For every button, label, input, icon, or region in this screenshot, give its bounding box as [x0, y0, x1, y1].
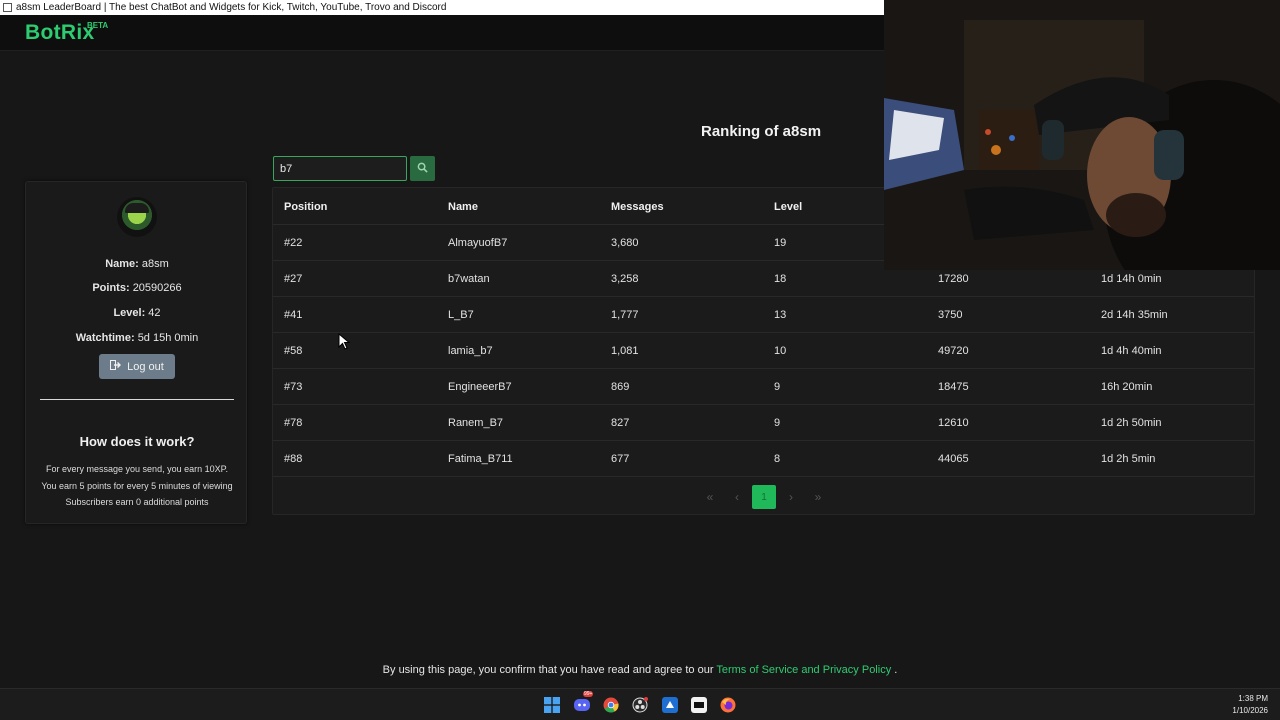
system-clock[interactable]: 1:38 PM 1/10/2026: [1232, 693, 1268, 717]
page-1-button[interactable]: 1: [752, 485, 776, 509]
cell-level: 18: [774, 273, 787, 285]
page-title: Ranking of a8sm: [701, 123, 822, 140]
cell-name: AlmayuofB7: [448, 237, 508, 249]
column-header-level[interactable]: Level: [774, 201, 802, 213]
cell-level: 8: [774, 453, 781, 465]
clock-time: 1:38 PM: [1238, 694, 1268, 703]
cell-points: 44065: [938, 453, 969, 465]
cell-messages: 869: [611, 381, 630, 393]
cell-messages: 3,258: [611, 273, 639, 285]
table-row: #78 Ranem_B7 827 9 12610 1d 2h 50min: [273, 405, 1254, 441]
cell-name: EngineeerB7: [448, 381, 512, 393]
next-page-button[interactable]: ›: [779, 485, 803, 509]
cell-name: Fatima_B711: [448, 453, 513, 465]
logout-button[interactable]: Log out: [99, 354, 175, 379]
table-row: #58 lamia_b7 1,081 10 49720 1d 4h 40min: [273, 333, 1254, 369]
divider: [40, 399, 234, 400]
beta-badge: BETA: [87, 21, 109, 30]
cell-points: 18475: [938, 381, 969, 393]
cell-watchtime: 1d 4h 40min: [1101, 345, 1162, 357]
profile-name: Name: a8sm: [105, 258, 169, 270]
cell-position: #78: [284, 417, 303, 429]
avatar: [117, 197, 157, 237]
prev-page-button[interactable]: ‹: [725, 485, 749, 509]
search-icon: [417, 161, 428, 176]
obs-icon[interactable]: [631, 696, 649, 714]
chrome-icon[interactable]: [602, 696, 620, 714]
cell-watchtime: 1d 14h 0min: [1101, 273, 1162, 285]
logout-icon: [110, 360, 122, 373]
last-page-button[interactable]: »: [806, 485, 830, 509]
footer: By using this page, you confirm that you…: [0, 664, 1280, 676]
webcam-feed-image: [884, 0, 1280, 270]
how-line: Subscribers earn 0 additional points: [65, 497, 209, 507]
capcut-icon[interactable]: [690, 696, 708, 714]
windows-start-icon[interactable]: [543, 696, 561, 714]
how-line: For every message you send, you earn 10X…: [46, 464, 228, 474]
table-row: #73 EngineeerB7 869 9 18475 16h 20min: [273, 369, 1254, 405]
cell-messages: 677: [611, 453, 630, 465]
column-header-messages[interactable]: Messages: [611, 201, 664, 213]
column-header-name[interactable]: Name: [448, 201, 478, 213]
search-button[interactable]: [410, 156, 435, 181]
cell-position: #58: [284, 345, 303, 357]
window-title: a8sm LeaderBoard | The best ChatBot and …: [16, 2, 447, 13]
profile-level: Level: 42: [113, 307, 161, 319]
cell-points: 49720: [938, 345, 969, 357]
window-icon: [3, 3, 12, 12]
cell-name: L_B7: [448, 309, 474, 321]
cell-messages: 827: [611, 417, 630, 429]
screen: a8sm LeaderBoard | The best ChatBot and …: [0, 0, 1280, 720]
footer-text: By using this page, you confirm that you…: [382, 664, 714, 676]
table-row: #88 Fatima_B711 677 8 44065 1d 2h 5min: [273, 441, 1254, 477]
table-row: #41 L_B7 1,777 13 3750 2d 14h 35min: [273, 297, 1254, 333]
clock-date: 1/10/2026: [1232, 706, 1268, 715]
window-title-bar: a8sm LeaderBoard | The best ChatBot and …: [0, 0, 884, 15]
cell-points: 3750: [938, 309, 963, 321]
profile-points: Points: 20590266: [92, 282, 182, 294]
cell-level: 9: [774, 381, 781, 393]
cell-position: #41: [284, 309, 303, 321]
cell-position: #22: [284, 237, 303, 249]
firefox-icon[interactable]: [719, 696, 737, 714]
cell-position: #27: [284, 273, 303, 285]
cell-level: 13: [774, 309, 787, 321]
terms-link[interactable]: Terms of Service and Privacy Policy: [716, 664, 891, 676]
footer-end: .: [894, 664, 898, 676]
pagination: « ‹ 1 › »: [273, 483, 1254, 509]
cell-level: 10: [774, 345, 787, 357]
cell-position: #88: [284, 453, 303, 465]
webcam-overlay: [884, 0, 1280, 270]
cell-messages: 3,680: [611, 237, 639, 249]
cell-points: 17280: [938, 273, 969, 285]
cell-name: b7watan: [448, 273, 490, 285]
botrix-logo[interactable]: BotRix: [25, 21, 94, 45]
column-header-position[interactable]: Position: [284, 201, 327, 213]
cell-watchtime: 16h 20min: [1101, 381, 1153, 393]
how-it-works-title: How does it work?: [79, 434, 195, 449]
taskbar: 99+ 1:38 PM 1/10/2026: [0, 688, 1280, 720]
search-input[interactable]: [273, 156, 407, 181]
discord-badge: 99+: [583, 691, 594, 697]
logout-label: Log out: [127, 360, 164, 373]
mouse-cursor: [338, 333, 351, 350]
cell-watchtime: 1d 2h 5min: [1101, 453, 1156, 465]
cell-messages: 1,777: [611, 309, 639, 321]
cell-name: Ranem_B7: [448, 417, 504, 429]
profile-watchtime: Watchtime: 5d 15h 0min: [75, 332, 199, 344]
cell-level: 19: [774, 237, 787, 249]
first-page-button[interactable]: «: [698, 485, 722, 509]
cell-name: lamia_b7: [448, 345, 493, 357]
profile-card: Name: a8sm Points: 20590266 Level: 42 Wa…: [25, 181, 247, 524]
cell-position: #73: [284, 381, 303, 393]
cell-level: 9: [774, 417, 781, 429]
app-icon[interactable]: [661, 696, 679, 714]
discord-icon[interactable]: 99+: [573, 691, 594, 714]
how-line: You earn 5 points for every 5 minutes of…: [41, 481, 233, 491]
cell-watchtime: 2d 14h 35min: [1101, 309, 1168, 321]
cell-messages: 1,081: [611, 345, 639, 357]
cell-points: 12610: [938, 417, 969, 429]
cell-watchtime: 1d 2h 50min: [1101, 417, 1162, 429]
